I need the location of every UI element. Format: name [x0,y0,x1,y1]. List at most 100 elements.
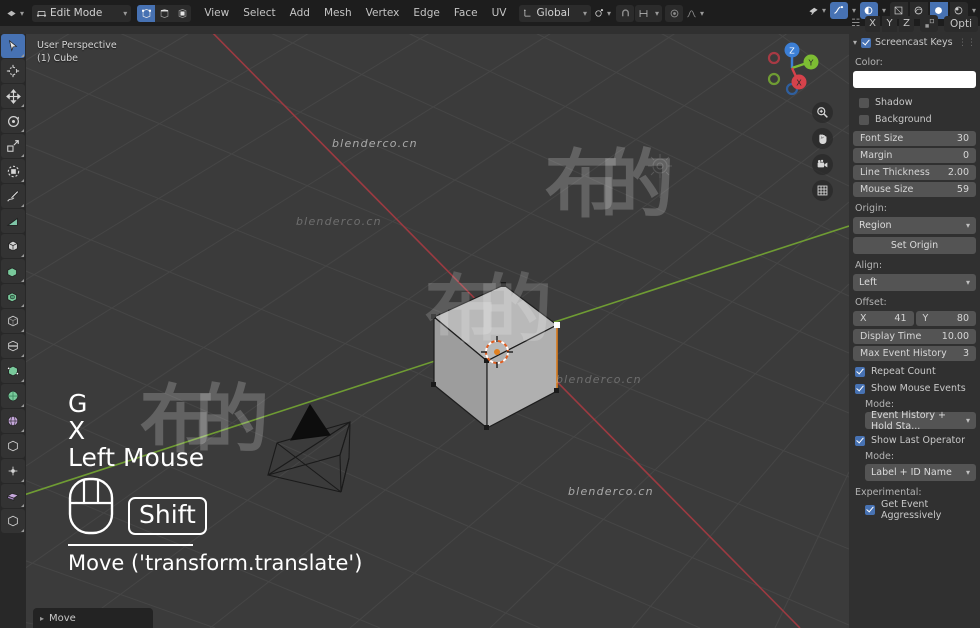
tool-cursor[interactable] [1,59,25,83]
shadow-row[interactable]: Shadow [853,94,976,111]
tool-measure[interactable] [1,209,25,233]
properties-sidebar[interactable]: ▾ Screencast Keys ⋮⋮ Color: Shadow Backg… [849,30,980,628]
mirror-icon[interactable]: ☵ [851,18,860,29]
snap-magnet-icon[interactable] [616,4,634,22]
header-second-row-right[interactable]: ☵ X Y Z Opti [851,15,978,32]
tool-shear[interactable] [1,509,25,533]
align-dropdown[interactable]: Left ▾ [853,274,976,291]
background-checkbox[interactable] [859,114,869,125]
max-event-history-field[interactable]: Max Event History 3 [853,346,976,361]
face-select-icon[interactable] [173,4,192,22]
operator-mode-dropdown[interactable]: Label + ID Name ▾ [865,464,976,481]
font-size-field[interactable]: Font Size 30 [853,131,976,146]
show-last-operator-checkbox[interactable] [855,435,865,446]
mirror-axis-x[interactable]: X [865,15,881,32]
mouse-mode-dropdown[interactable]: Event History + Hold Sta... ▾ [865,410,976,432]
offset-y-field[interactable]: Y 80 [915,311,976,326]
edge-select-icon[interactable] [155,4,174,22]
origin-dropdown[interactable]: Region ▾ [853,217,976,234]
toolbar[interactable] [0,30,26,628]
tool-tweak[interactable] [1,34,25,58]
screencast-keys-panel-header[interactable]: ▾ Screencast Keys ⋮⋮ [853,34,976,51]
line-thickness-field[interactable]: Line Thickness 2.00 [853,165,976,180]
operator-redo-panel[interactable]: ▸ Move [33,608,153,628]
background-row[interactable]: Background [853,111,976,128]
display-time-field[interactable]: Display Time 10.00 [853,329,976,344]
margin-field[interactable]: Margin 0 [853,148,976,163]
menu-vertex[interactable]: Vertex [359,5,407,22]
visibility-selector[interactable]: ▾ [806,2,828,19]
ortho-grid-icon[interactable] [812,180,833,201]
tool-shrink-fatten[interactable] [1,484,25,508]
3d-viewport[interactable]: User Perspective (1) Cube 布 的 布 的 布 的 bl… [0,30,849,628]
viewport-nav-icons[interactable] [812,102,833,201]
shadow-checkbox[interactable] [859,97,869,108]
tool-bevel[interactable] [1,309,25,333]
margin-value: 0 [962,150,969,161]
overlays-toggle-icon[interactable] [829,2,848,19]
menu-face[interactable]: Face [447,5,485,22]
tool-transform[interactable] [1,159,25,183]
tool-move[interactable] [1,84,25,108]
vertex-select-icon[interactable] [137,4,156,22]
tool-rotate[interactable] [1,109,25,133]
tool-add-cube[interactable] [1,234,25,258]
tool-knife[interactable] [1,359,25,383]
color-swatch[interactable] [853,71,976,88]
repeat-count-row[interactable]: Repeat Count [853,363,976,380]
offset-row[interactable]: X 41 Y 80 [853,311,976,326]
tool-poly-build[interactable] [1,384,25,408]
viewport-header[interactable]: ▾ Edit Mode ▾ View Select Add Mesh Verte… [0,0,980,32]
tool-annotate[interactable] [1,184,25,208]
tool-corner-icon [21,179,24,182]
tool-extrude[interactable] [1,259,25,283]
show-mouse-events-row[interactable]: Show Mouse Events [853,380,976,397]
display-time-value: 10.00 [941,331,969,342]
tool-spin[interactable] [1,409,25,433]
menu-view[interactable]: View [197,5,236,22]
line-thickness-label: Line Thickness [860,167,930,178]
menu-add[interactable]: Add [283,5,317,22]
mouse-size-label: Mouse Size [860,184,914,195]
tool-inset[interactable] [1,284,25,308]
display-time-label: Display Time [860,331,922,342]
chevron-down-icon: ▾ [20,8,25,18]
offset-x-field[interactable]: X 41 [853,311,914,326]
proportional-falloff-selector[interactable]: ▾ [683,5,707,22]
zoom-icon[interactable] [812,102,833,123]
tool-corner-icon [21,204,24,207]
mirror-axis-y[interactable]: Y [882,15,898,32]
topology-mirror-icon[interactable] [920,15,939,32]
chevron-down-icon: ▾ [123,8,128,18]
pivot-point-selector[interactable]: ▾ [591,5,613,22]
editor-type-selector[interactable]: ▾ [2,5,28,22]
repeat-count-checkbox[interactable] [855,366,865,377]
options-dropdown[interactable]: Opti [944,15,978,32]
set-origin-button[interactable]: Set Origin [853,237,976,254]
menu-mesh[interactable]: Mesh [317,5,359,22]
get-event-aggressively-label: Get Event Aggressively [881,498,942,521]
transform-orientation-selector[interactable]: Global ▾ [519,4,591,22]
snap-to-selector[interactable]: ▾ [635,4,663,22]
show-last-operator-row[interactable]: Show Last Operator [853,432,976,449]
get-event-aggressively-row[interactable]: Get Event Aggressively [865,498,976,521]
tool-loopcut[interactable] [1,334,25,358]
mirror-axis-z[interactable]: Z [899,15,915,32]
camera-icon[interactable] [812,154,833,175]
tool-scale[interactable] [1,134,25,158]
align-value: Left [859,277,877,288]
tool-randomize[interactable] [1,459,25,483]
screencast-enable-checkbox[interactable] [861,37,872,48]
menu-uv[interactable]: UV [485,5,514,22]
tool-smooth[interactable] [1,434,25,458]
proportional-editing-icon[interactable] [665,4,684,22]
mouse-size-field[interactable]: Mouse Size 59 [853,182,976,197]
menu-select[interactable]: Select [236,5,282,22]
menu-edge[interactable]: Edge [406,5,446,22]
get-event-aggressively-checkbox[interactable] [865,504,875,515]
mode-selector[interactable]: Edit Mode ▾ [32,4,132,22]
navigation-gizmo[interactable]: Z Y X [757,33,827,103]
pan-hand-icon[interactable] [812,128,833,149]
show-mouse-events-checkbox[interactable] [855,383,865,394]
offset-y-value: 80 [956,313,969,324]
